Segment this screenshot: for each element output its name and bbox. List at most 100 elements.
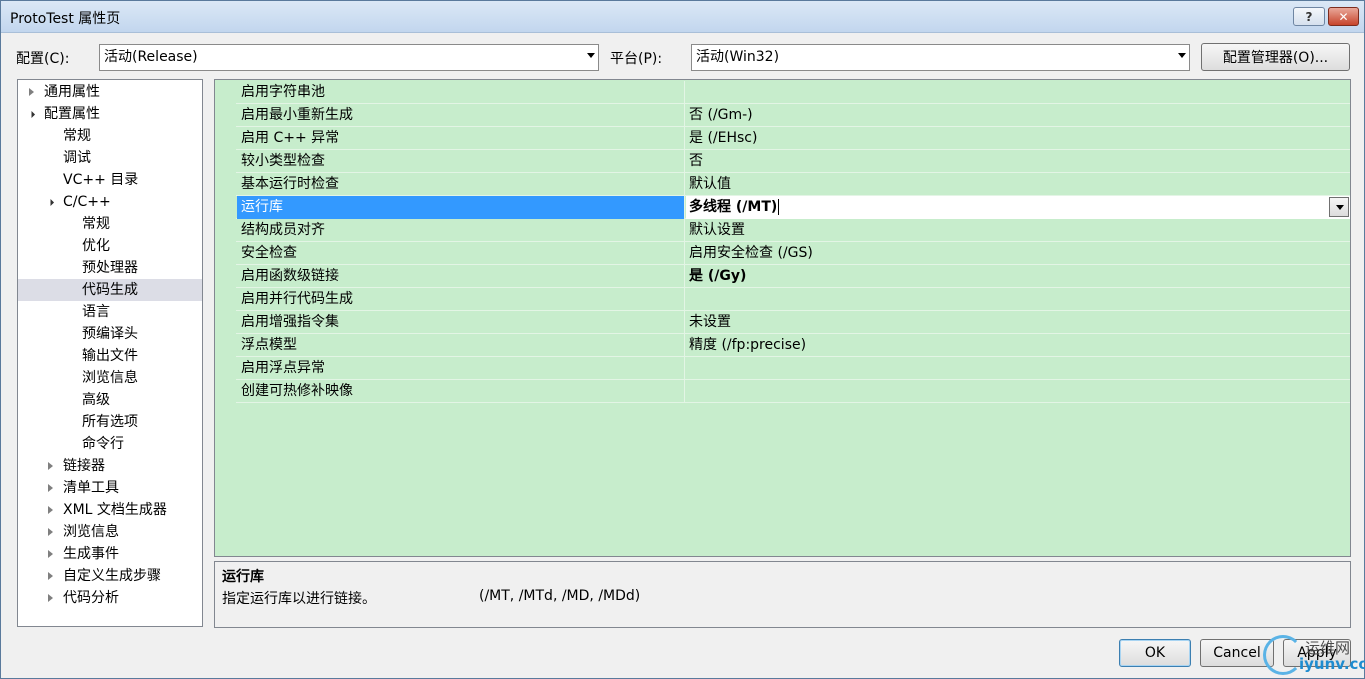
tree-item[interactable]: 调试 — [18, 147, 202, 169]
property-row[interactable]: 运行库 多线程 (/MT) — [215, 196, 1350, 219]
property-pages-window: ProtoTest 属性页 ? ✕ 配置(C): 活动(Release) 平台(… — [0, 0, 1365, 679]
tree-item[interactable]: 自定义生成步骤 — [18, 565, 202, 587]
collapsed-arrow-icon[interactable] — [48, 550, 53, 558]
property-row[interactable]: 较小类型检查否 — [215, 150, 1350, 173]
tree-item[interactable]: 清单工具 — [18, 477, 202, 499]
property-row[interactable]: 启用浮点异常 — [215, 357, 1350, 380]
tree-item[interactable]: 高级 — [18, 389, 202, 411]
collapsed-arrow-icon[interactable] — [29, 88, 34, 96]
property-row[interactable]: 创建可热修补映像 — [215, 380, 1350, 403]
property-value[interactable]: 是 (/Gy) — [686, 265, 1350, 288]
property-value[interactable]: 否 — [686, 150, 1350, 173]
platform-label: 平台(P): — [610, 51, 663, 67]
property-name[interactable]: 创建可热修补映像 — [237, 380, 685, 403]
description-options: (/MT, /MTd, /MD, /MDd) — [479, 588, 641, 604]
property-value-text: 默认设置 — [689, 222, 745, 238]
tree-item[interactable]: 所有选项 — [18, 411, 202, 433]
property-row[interactable]: 基本运行时检查 默认值 — [215, 173, 1350, 196]
help-button[interactable]: ? — [1293, 7, 1325, 26]
tree-item[interactable]: 通用属性 — [18, 81, 202, 103]
watermark-logo-icon — [1263, 635, 1303, 675]
tree-item[interactable]: 常规 — [18, 125, 202, 147]
property-value[interactable]: 精度 (/fp:precise) — [686, 334, 1350, 357]
tree-item[interactable]: XML 文档生成器 — [18, 499, 202, 521]
row-gutter — [215, 357, 236, 380]
property-value[interactable]: 是 (/EHsc) — [686, 127, 1350, 150]
tree-item[interactable]: 预编译头 — [18, 323, 202, 345]
property-grid[interactable]: 启用字符串池 启用最小重新生成否 (/Gm-) 启用 C++ 异常是 (/EHsc)… — [214, 79, 1351, 557]
tree-item[interactable]: 常规 — [18, 213, 202, 235]
property-row[interactable]: 启用字符串池 — [215, 81, 1350, 104]
tree-item[interactable]: 生成事件 — [18, 543, 202, 565]
row-gutter — [215, 81, 236, 104]
collapsed-arrow-icon[interactable] — [48, 572, 53, 580]
property-name[interactable]: 启用字符串池 — [237, 81, 685, 104]
property-row[interactable]: 启用并行代码生成 — [215, 288, 1350, 311]
property-name[interactable]: 安全检查 — [237, 242, 685, 265]
property-value[interactable]: 默认设置 — [686, 219, 1350, 242]
close-button[interactable]: ✕ — [1328, 7, 1359, 26]
property-value[interactable] — [686, 288, 1350, 311]
property-row[interactable]: 安全检查 启用安全检查 (/GS) — [215, 242, 1350, 265]
property-row[interactable]: 启用增强指令集 未设置 — [215, 311, 1350, 334]
expanded-arrow-icon[interactable] — [27, 110, 36, 119]
property-name[interactable]: 启用 C++ 异常 — [237, 127, 685, 150]
property-value[interactable]: 默认值 — [686, 173, 1350, 196]
property-row[interactable]: 浮点模型 精度 (/fp:precise) — [215, 334, 1350, 357]
tree-item[interactable]: 输出文件 — [18, 345, 202, 367]
collapsed-arrow-icon[interactable] — [48, 506, 53, 514]
property-name[interactable]: 启用浮点异常 — [237, 357, 685, 380]
tree-item[interactable]: 浏览信息 — [18, 367, 202, 389]
property-row[interactable]: 启用 C++ 异常是 (/EHsc) — [215, 127, 1350, 150]
property-name[interactable]: 启用最小重新生成 — [237, 104, 685, 127]
property-row[interactable]: 启用函数级链接是 (/Gy) — [215, 265, 1350, 288]
row-gutter — [215, 288, 236, 311]
property-value[interactable]: 多线程 (/MT) — [686, 196, 1350, 219]
property-name[interactable]: 启用并行代码生成 — [237, 288, 685, 311]
property-name[interactable]: 浮点模型 — [237, 334, 685, 357]
property-value[interactable] — [686, 81, 1350, 104]
tree-item[interactable]: VC++ 目录 — [18, 169, 202, 191]
platform-combo[interactable]: 活动(Win32) — [691, 44, 1190, 71]
value-dropdown-button[interactable] — [1329, 197, 1349, 217]
property-tree[interactable]: 通用属性 配置属性 常规 调试 VC++ 目录 C/C++ 常规 优化 预处理器 代码生成 语言 预编… — [17, 79, 203, 627]
tree-item[interactable]: 优化 — [18, 235, 202, 257]
tree-item[interactable]: 链接器 — [18, 455, 202, 477]
collapsed-arrow-icon[interactable] — [48, 462, 53, 470]
property-name[interactable]: 运行库 — [237, 196, 685, 219]
ok-button[interactable]: OK — [1119, 639, 1191, 667]
tree-item-label: 预处理器 — [82, 260, 138, 276]
tree-item[interactable]: 浏览信息 — [18, 521, 202, 543]
property-name[interactable]: 启用增强指令集 — [237, 311, 685, 334]
tree-item[interactable]: 语言 — [18, 301, 202, 323]
tree-item[interactable]: 命令行 — [18, 433, 202, 455]
tree-item-label: 代码生成 — [82, 282, 138, 298]
tree-item[interactable]: C/C++ — [18, 191, 202, 213]
collapsed-arrow-icon[interactable] — [48, 484, 53, 492]
expanded-arrow-icon[interactable] — [46, 198, 55, 207]
tree-item-label: VC++ 目录 — [63, 172, 139, 188]
property-row[interactable]: 启用最小重新生成否 (/Gm-) — [215, 104, 1350, 127]
property-name[interactable]: 基本运行时检查 — [237, 173, 685, 196]
tree-item[interactable]: 代码生成 — [18, 279, 202, 301]
property-name[interactable]: 结构成员对齐 — [237, 219, 685, 242]
property-value[interactable] — [686, 380, 1350, 403]
collapsed-arrow-icon[interactable] — [48, 594, 53, 602]
property-value[interactable] — [686, 357, 1350, 380]
property-value[interactable]: 否 (/Gm-) — [686, 104, 1350, 127]
tree-item[interactable]: 配置属性 — [18, 103, 202, 125]
property-value[interactable]: 启用安全检查 (/GS) — [686, 242, 1350, 265]
property-name[interactable]: 启用函数级链接 — [237, 265, 685, 288]
description-panel: 运行库 指定运行库以进行链接。 (/MT, /MTd, /MD, /MDd) — [214, 561, 1351, 628]
row-gutter — [215, 265, 236, 288]
tree-item[interactable]: 代码分析 — [18, 587, 202, 609]
tree-item[interactable]: 预处理器 — [18, 257, 202, 279]
config-combo[interactable]: 活动(Release) — [99, 44, 599, 71]
property-name[interactable]: 较小类型检查 — [237, 150, 685, 173]
collapsed-arrow-icon[interactable] — [48, 528, 53, 536]
config-manager-button[interactable]: 配置管理器(O)... — [1201, 43, 1350, 71]
tree-item-label: 常规 — [82, 216, 110, 232]
property-value[interactable]: 未设置 — [686, 311, 1350, 334]
tree-item-label: 代码分析 — [63, 590, 119, 606]
property-row[interactable]: 结构成员对齐 默认设置 — [215, 219, 1350, 242]
